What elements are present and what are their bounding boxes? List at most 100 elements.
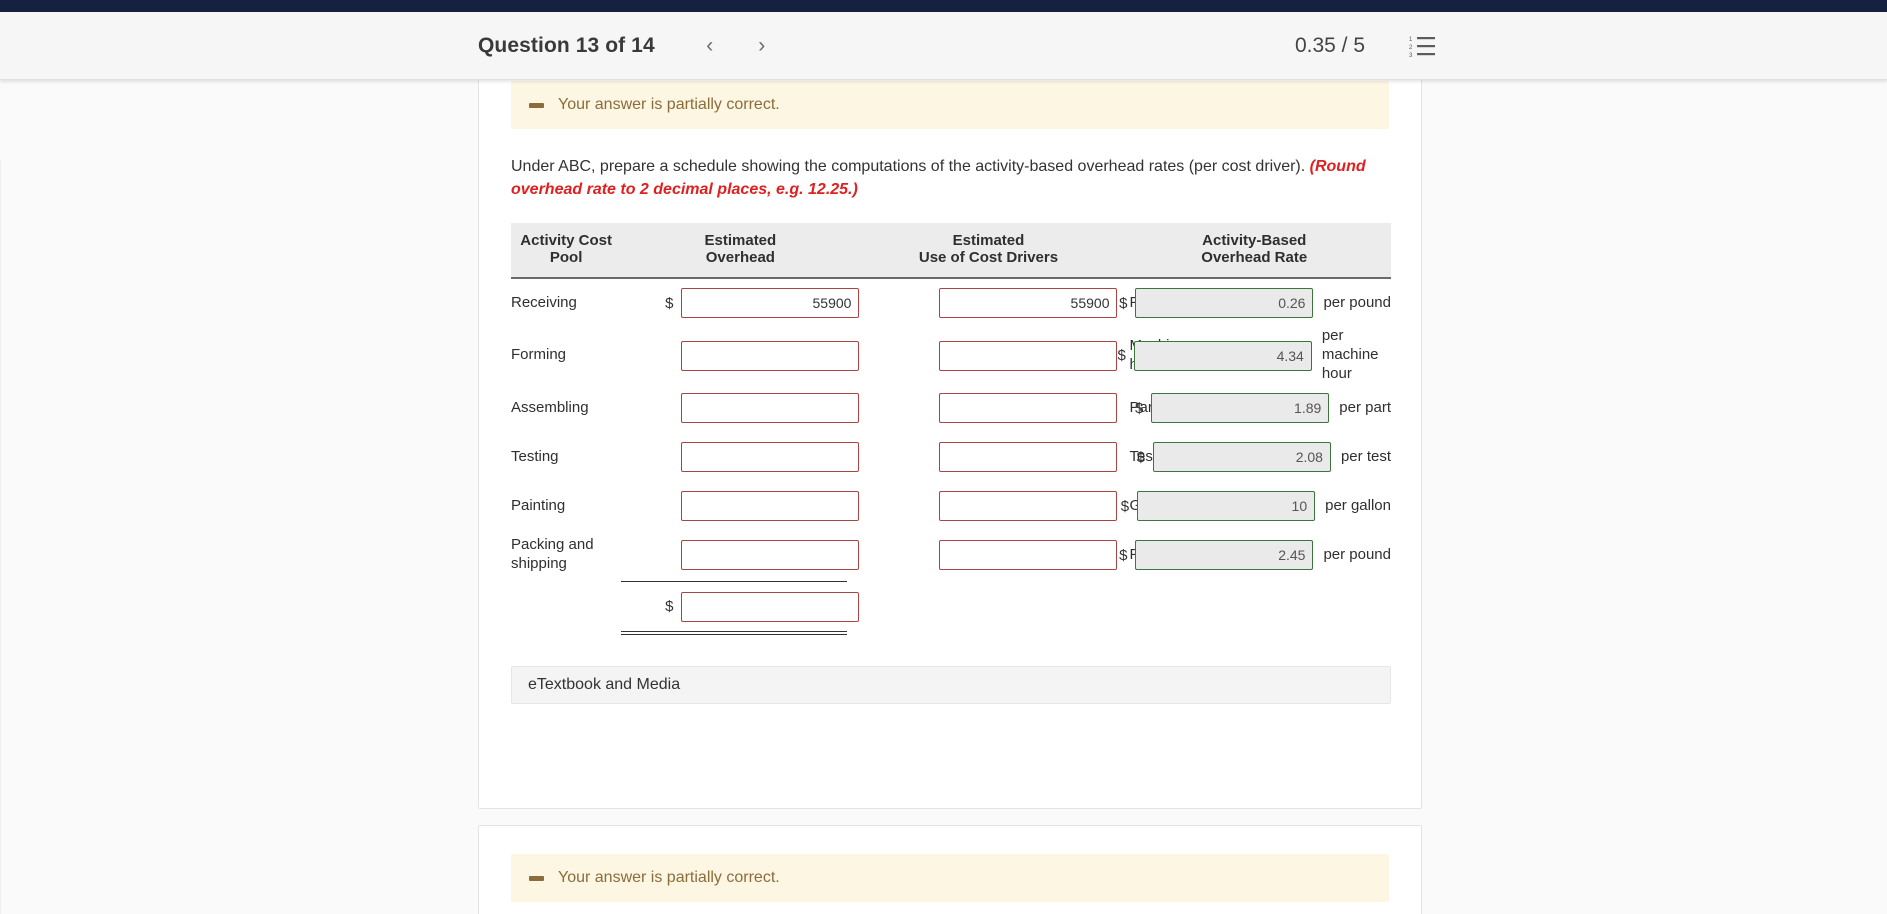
activity-based-overhead-rate-cell: $ per part [1117, 384, 1391, 433]
activity-based-overhead-rate-input [1151, 393, 1330, 424]
header-right-group: 0.35 / 5 1 2 3 [1295, 34, 1435, 58]
etextbook-and-media-button[interactable]: eTextbook and Media [511, 665, 1391, 704]
activity-based-overhead-rate-cell: $ per gallon [1117, 482, 1391, 531]
prompt-1-main: Under ABC, prepare a schedule showing th… [511, 158, 1310, 175]
rate-field-wrap: $ per machine hour [1117, 327, 1391, 383]
estimated-use-of-cost-drivers-cell [859, 278, 1118, 327]
minus-icon [529, 875, 544, 881]
question-part-card-2: Your answer is partially correct. Prepar… [478, 825, 1422, 914]
total-field-wrap: $ [621, 591, 860, 622]
activity-based-overhead-rate-input [1135, 540, 1314, 571]
table-row: PaintingGallons$per gallon [511, 482, 1391, 531]
estimated-overhead-cell [621, 384, 860, 433]
currency-symbol: $ [1119, 294, 1128, 312]
page-title: Question 13 of 14 [478, 33, 655, 57]
activity-based-overhead-rate-input [1135, 288, 1314, 319]
activity-based-overhead-rate-input [1133, 340, 1312, 371]
estimated-overhead-input[interactable] [681, 340, 860, 371]
estimated-use-of-cost-drivers-cell [859, 482, 1118, 531]
card-2-inner: Your answer is partially correct. Prepar… [479, 854, 1421, 914]
activity-based-overhead-rate-input [1152, 442, 1331, 473]
col-header-pool-line1: Activity Cost [520, 232, 612, 250]
rate-unit-label: per test [1340, 447, 1391, 465]
estimated-use-of-cost-drivers-cell [859, 384, 1118, 433]
col-header-overhead-line2: Overhead [705, 249, 775, 267]
col-header-drivers-line2: Use of Cost Drivers [918, 249, 1059, 267]
col-header-drivers-line1: Estimated [952, 232, 1025, 250]
rate-unit-label: per part [1339, 398, 1391, 416]
status-banner-1: Your answer is partially correct. [511, 81, 1389, 129]
estimated-overhead-cell [621, 433, 860, 482]
estimated-overhead-input[interactable] [681, 491, 860, 522]
rate-unit-label: per gallon [1325, 496, 1391, 514]
table-row: FormingMachine hours$per machine hour [511, 327, 1391, 383]
status-banner-2-text: Your answer is partially correct. [558, 869, 780, 886]
score-display: 0.35 / 5 [1294, 33, 1365, 57]
estimated-overhead-input[interactable] [681, 442, 860, 473]
cost-drivers-field-wrap [859, 288, 1118, 319]
activity-cost-pool-label: Forming [511, 346, 567, 364]
activity-based-overhead-rate-cell: $ per machine hour [1117, 327, 1391, 383]
status-banner-1-text: Your answer is partially correct. [558, 96, 780, 113]
card-1-inner: Your answer is partially correct. Under … [479, 81, 1421, 704]
estimated-overhead-field-wrap [621, 491, 860, 522]
estimated-use-of-cost-drivers-input[interactable] [939, 442, 1118, 473]
total-row: $ [511, 584, 1391, 630]
currency-symbol: $ [1134, 399, 1144, 417]
total-label-cell [511, 584, 621, 630]
cost-drivers-field-wrap [859, 540, 1118, 571]
rate-field-wrap: $ per pound [1117, 540, 1391, 571]
question-list-icon[interactable]: 1 2 3 [1409, 35, 1435, 57]
rule-spacer [859, 630, 1117, 636]
svg-text:1: 1 [1409, 37, 1413, 43]
estimated-use-of-cost-drivers-input[interactable] [939, 340, 1118, 371]
total-bottom-double-rule [511, 630, 1391, 636]
etextbook-label: eTextbook and Media [528, 675, 681, 693]
estimated-use-of-cost-drivers-input[interactable] [939, 491, 1118, 522]
activity-cost-pool-label: Testing [511, 447, 559, 465]
svg-text:2: 2 [1409, 45, 1413, 51]
question-prompt-1: Under ABC, prepare a schedule showing th… [511, 155, 1389, 201]
estimated-overhead-input[interactable] [681, 393, 860, 424]
question-scroll-area[interactable]: Your answer is partially correct. Under … [0, 80, 1887, 914]
left-rail [0, 160, 1, 914]
table-head: Activity Cost Pool Estimated Overhead Es… [511, 223, 1391, 280]
currency-symbol: $ [1117, 347, 1126, 364]
quiz-page: Question 13 of 14 ‹ › 0.35 / 5 1 2 3 You… [0, 0, 1887, 914]
estimated-overhead-input[interactable] [681, 288, 860, 319]
rate-field-wrap: $ per pound [1117, 288, 1391, 319]
total-bottom-rule-cell [621, 630, 859, 636]
activity-cost-pool-label: Assembling [511, 398, 589, 416]
activity-cost-pool-label: Painting [511, 496, 566, 514]
total-row-spacer [859, 584, 1117, 630]
estimated-overhead-input[interactable] [681, 540, 860, 571]
col-header-overhead-line1: Estimated [704, 232, 777, 250]
col-header-pool-line2: Pool [549, 249, 583, 267]
cost-drivers-field-wrap [859, 491, 1118, 522]
question-header-bar: Question 13 of 14 ‹ › 0.35 / 5 1 2 3 [0, 12, 1887, 80]
rule-spacer [1117, 630, 1391, 636]
rate-field-wrap: $ per test [1117, 442, 1391, 473]
next-question-button[interactable]: › [745, 29, 779, 63]
estimated-use-of-cost-drivers-input[interactable] [939, 393, 1118, 424]
table-row: TestingTests$per test [511, 433, 1391, 482]
previous-question-button[interactable]: ‹ [693, 29, 727, 63]
svg-text:3: 3 [1409, 53, 1413, 57]
col-header-rate-line2: Overhead Rate [1201, 249, 1308, 267]
estimated-overhead-field-wrap [621, 393, 860, 424]
status-banner-2: Your answer is partially correct. [511, 854, 1389, 902]
col-header-estimated-use-of-cost-drivers: Estimated Use of Cost Drivers [859, 223, 1118, 280]
total-overhead-cell: $ [621, 584, 860, 630]
table-row: Receiving$Pounds$per pound [511, 278, 1391, 327]
estimated-use-of-cost-drivers-input[interactable] [939, 540, 1118, 571]
currency-symbol: $ [1136, 448, 1145, 466]
rule-spacer [511, 630, 621, 636]
activity-based-overhead-rate-cell: $ per pound [1117, 278, 1391, 327]
estimated-use-of-cost-drivers-cell [859, 327, 1118, 383]
estimated-use-of-cost-drivers-input[interactable] [939, 288, 1118, 319]
estimated-overhead-field-wrap [621, 340, 860, 371]
minus-icon [529, 102, 544, 108]
total-estimated-overhead-input[interactable] [681, 591, 860, 622]
rate-unit-label: per pound [1323, 545, 1391, 563]
header-left-group: Question 13 of 14 ‹ › [478, 29, 779, 63]
